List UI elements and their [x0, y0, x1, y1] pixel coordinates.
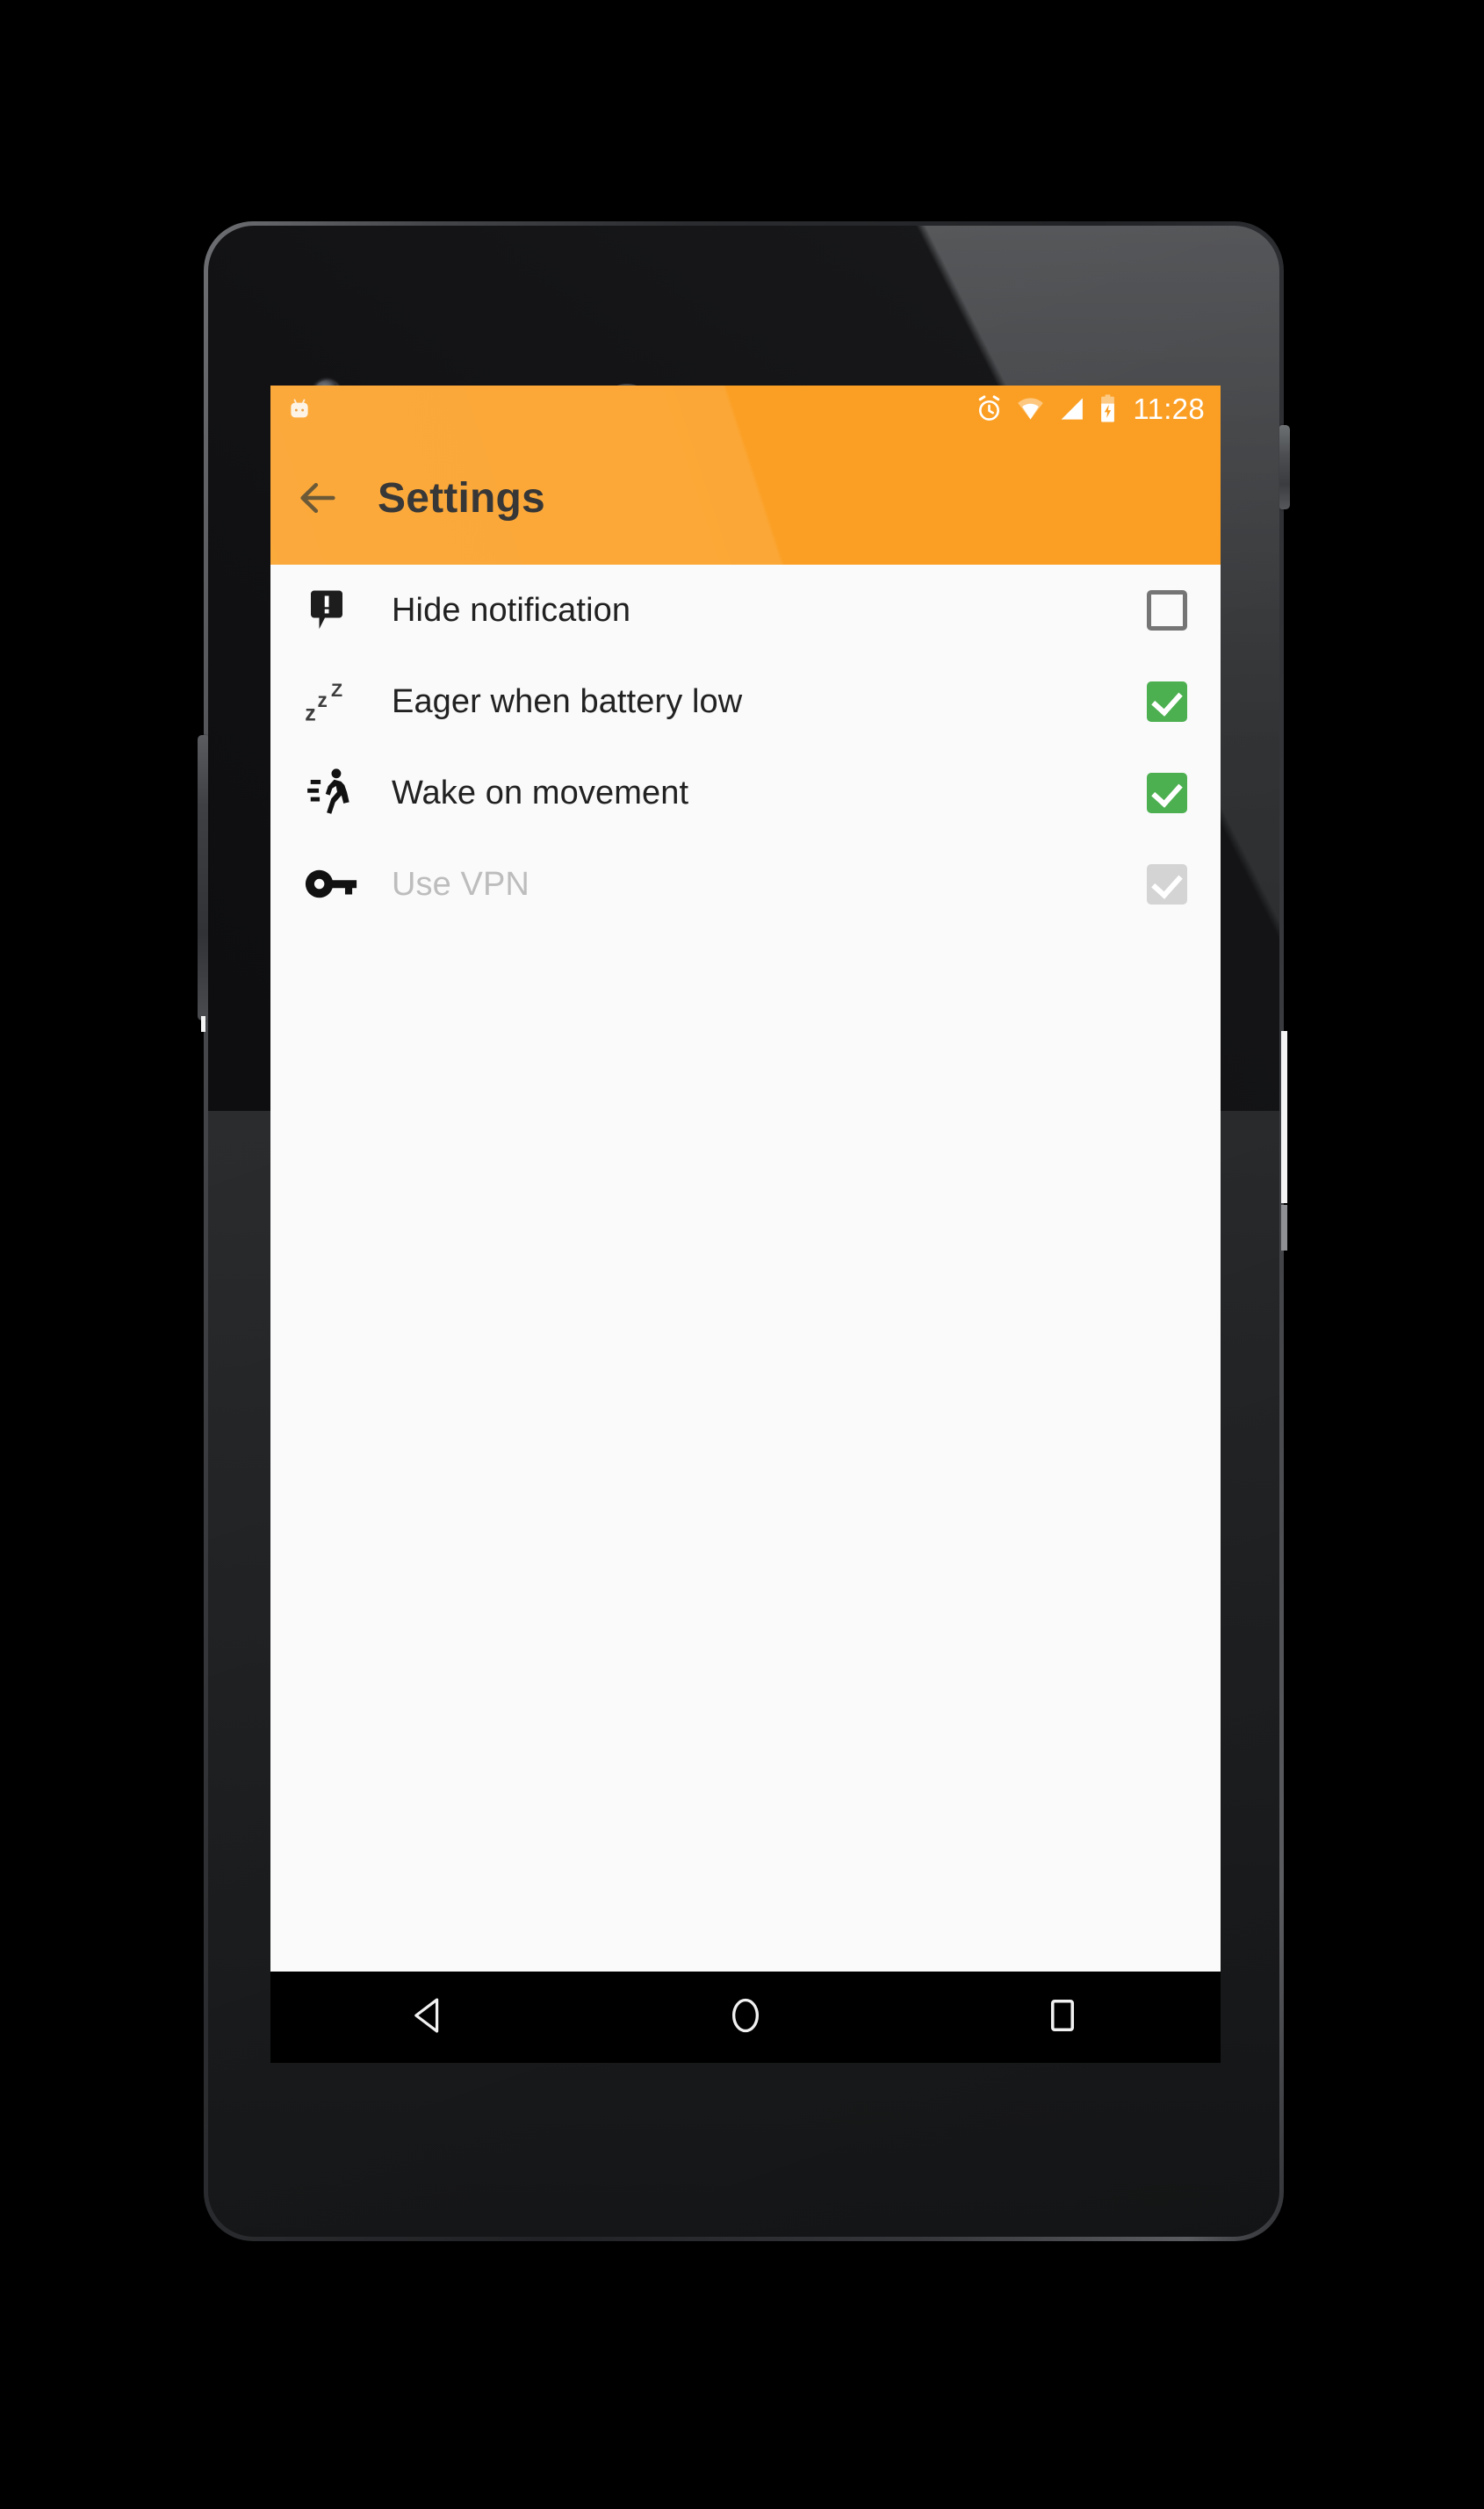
circle-home-icon [724, 1994, 767, 2042]
checkbox-use-vpn [1147, 864, 1187, 905]
running-person-icon [293, 766, 369, 820]
back-nav-button[interactable] [376, 1972, 481, 2063]
triangle-back-icon [407, 1994, 450, 2042]
status-bar: 11:28 [270, 386, 1221, 431]
status-bar-clock: 11:28 [1133, 392, 1205, 425]
volume-rocker-button[interactable] [198, 735, 208, 1020]
rim-highlight-right-lower [1281, 1205, 1287, 1251]
page-title: Settings [378, 474, 545, 522]
settings-row-use-vpn: Use VPN [270, 839, 1221, 930]
settings-row-label: Hide notification [392, 591, 631, 629]
settings-row-label: Eager when battery low [392, 682, 743, 720]
svg-text:z: z [305, 701, 316, 725]
settings-row-label: Use VPN [392, 865, 529, 903]
phone-screen: 11:28 Settings Hide notification z z Z E… [270, 386, 1221, 2063]
sleep-zzz-icon: z z Z [293, 677, 369, 726]
key-icon [293, 863, 369, 905]
status-bar-left [286, 395, 313, 422]
phone-body: 11:28 Settings Hide notification z z Z E… [208, 226, 1279, 2237]
settings-row-label: Wake on movement [392, 774, 689, 811]
recents-nav-button[interactable] [1010, 1972, 1115, 2063]
checkbox-hide-notification[interactable] [1147, 590, 1187, 631]
svg-text:Z: Z [331, 680, 342, 701]
status-bar-right: 11:28 [975, 393, 1205, 423]
svg-text:z: z [318, 689, 328, 711]
rim-highlight-left [201, 1016, 205, 1032]
home-nav-button[interactable] [693, 1972, 798, 2063]
back-arrow-icon[interactable] [295, 475, 341, 521]
rim-highlight-right [1281, 1031, 1287, 1203]
settings-row-eager-battery-low[interactable]: z z Z Eager when battery low [270, 656, 1221, 747]
settings-row-wake-on-movement[interactable]: Wake on movement [270, 747, 1221, 839]
phone-device: 11:28 Settings Hide notification z z Z E… [198, 221, 1290, 2241]
alarm-icon [975, 394, 1004, 423]
notification-alert-icon [293, 584, 369, 637]
system-navigation-bar [270, 1972, 1221, 2063]
cell-signal-icon [1057, 394, 1086, 423]
power-button[interactable] [1279, 425, 1290, 509]
app-toolbar: Settings [270, 431, 1221, 565]
settings-list: Hide notification z z Z Eager when batte… [270, 565, 1221, 930]
android-marshmallow-icon [286, 395, 313, 422]
wifi-icon [1015, 394, 1046, 423]
checkbox-eager-battery-low[interactable] [1147, 681, 1187, 722]
settings-row-hide-notification[interactable]: Hide notification [270, 565, 1221, 656]
square-recents-icon [1041, 1994, 1084, 2042]
checkbox-wake-on-movement[interactable] [1147, 773, 1187, 813]
battery-charging-icon [1098, 393, 1118, 423]
